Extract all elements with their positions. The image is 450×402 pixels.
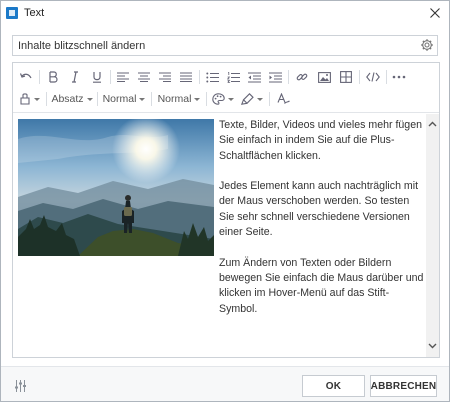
code-view-button[interactable] <box>364 68 382 86</box>
numbered-list-icon <box>226 71 240 83</box>
toolbar-divider <box>39 70 40 84</box>
rich-text-editor: Absatz Normal Normal Texte, Bilder, Vide… <box>12 62 440 358</box>
align-left-icon <box>117 72 129 82</box>
more-options-button[interactable] <box>390 68 408 86</box>
close-button[interactable] <box>425 3 445 23</box>
link-button[interactable] <box>293 68 311 86</box>
numbered-list-button[interactable] <box>224 68 242 86</box>
settings-gear-button[interactable] <box>420 38 434 52</box>
link-icon <box>296 73 308 81</box>
toolbar-divider <box>151 92 152 106</box>
cancel-button[interactable]: ABBRECHEN <box>370 375 437 397</box>
chevron-down-icon <box>228 97 234 101</box>
align-right-icon <box>159 72 171 82</box>
font-size-dropdown[interactable]: Normal <box>102 90 146 108</box>
vertical-scrollbar[interactable] <box>426 114 439 357</box>
clear-formatting-button[interactable] <box>274 90 292 108</box>
title-bar: Text <box>1 1 449 26</box>
text-color-button[interactable] <box>210 90 236 108</box>
ok-button[interactable]: OK <box>302 375 365 397</box>
chevron-down-icon <box>257 97 263 101</box>
text-editor-dialog: Text Inhalte blitzschnell ändern Absatz … <box>0 0 450 402</box>
undo-icon <box>19 73 32 79</box>
toolbar-divider <box>269 92 270 106</box>
toolbar-divider <box>288 70 289 84</box>
toolbar-divider <box>359 70 360 84</box>
sliders-icon <box>15 380 26 392</box>
toolbar-divider <box>46 92 47 106</box>
align-left-button[interactable] <box>114 68 132 86</box>
content-paragraph: Zum Ändern von Texten oder Bildern beweg… <box>219 256 424 315</box>
highlighter-icon <box>241 93 254 105</box>
bold-button[interactable] <box>44 68 62 86</box>
align-center-icon <box>138 72 150 82</box>
content-paragraph: Texte, Bilder, Videos und vieles mehr fü… <box>219 119 422 162</box>
chevron-down-icon <box>86 97 93 101</box>
indent-icon <box>268 71 282 83</box>
underline-button[interactable] <box>88 68 106 86</box>
close-icon <box>430 8 440 18</box>
undo-button[interactable] <box>17 68 35 86</box>
highlight-button[interactable] <box>239 90 265 108</box>
toolbar-divider <box>97 92 98 106</box>
dialog-title: Text <box>24 7 45 19</box>
element-name-input[interactable] <box>13 36 408 55</box>
font-family-label: Normal <box>157 93 192 105</box>
paragraph-style-label: Absatz <box>51 93 84 105</box>
align-center-button[interactable] <box>135 68 153 86</box>
scroll-up-button[interactable] <box>426 117 439 130</box>
app-icon <box>6 7 18 19</box>
mountain-hiker-photo <box>18 119 214 256</box>
chevron-down-icon <box>33 97 40 101</box>
toolbar-divider <box>199 70 200 84</box>
align-right-button[interactable] <box>156 68 174 86</box>
bold-icon <box>49 71 58 83</box>
advanced-settings-button[interactable] <box>14 380 27 392</box>
editor-content[interactable]: Texte, Bilder, Videos und vieles mehr fü… <box>13 114 425 357</box>
gear-icon <box>421 39 433 51</box>
content-paragraph: Jedes Element kann auch nachträglich mit… <box>219 180 419 239</box>
content-image[interactable] <box>18 119 214 256</box>
toolbar-divider <box>110 70 111 84</box>
toolbar-divider <box>386 70 387 84</box>
indent-button[interactable] <box>266 68 284 86</box>
editor-toolbar: Absatz Normal Normal <box>13 63 439 113</box>
bulleted-list-icon <box>205 72 219 82</box>
insert-image-button[interactable] <box>315 68 333 86</box>
bulleted-list-button[interactable] <box>203 68 221 86</box>
image-icon <box>317 71 331 83</box>
more-icon <box>392 75 406 79</box>
code-icon <box>366 72 380 82</box>
chevron-down-icon <box>428 343 437 348</box>
outdent-button[interactable] <box>245 68 263 86</box>
italic-icon <box>72 71 78 83</box>
font-family-dropdown[interactable]: Normal <box>156 90 202 108</box>
font-size-label: Normal <box>102 93 137 105</box>
align-justify-icon <box>180 72 192 82</box>
align-justify-button[interactable] <box>177 68 195 86</box>
paragraph-format-button[interactable] <box>17 90 41 108</box>
content-text-column[interactable]: Texte, Bilder, Videos und vieles mehr fü… <box>219 118 424 332</box>
element-name-field <box>12 35 438 56</box>
insert-table-button[interactable] <box>337 68 355 86</box>
palette-icon <box>212 93 225 105</box>
chevron-down-icon <box>194 97 201 101</box>
italic-button[interactable] <box>66 68 84 86</box>
underline-icon <box>93 72 101 83</box>
chevron-up-icon <box>428 121 437 126</box>
clear-formatting-icon <box>276 93 290 104</box>
paint-bucket-icon <box>19 93 30 105</box>
chevron-down-icon <box>139 97 146 101</box>
paragraph-style-dropdown[interactable]: Absatz <box>51 90 93 108</box>
scroll-down-button[interactable] <box>426 339 439 352</box>
outdent-icon <box>247 71 261 83</box>
toolbar-divider <box>206 92 207 106</box>
dialog-footer: OK ABBRECHEN <box>1 366 449 401</box>
table-icon <box>340 71 352 83</box>
